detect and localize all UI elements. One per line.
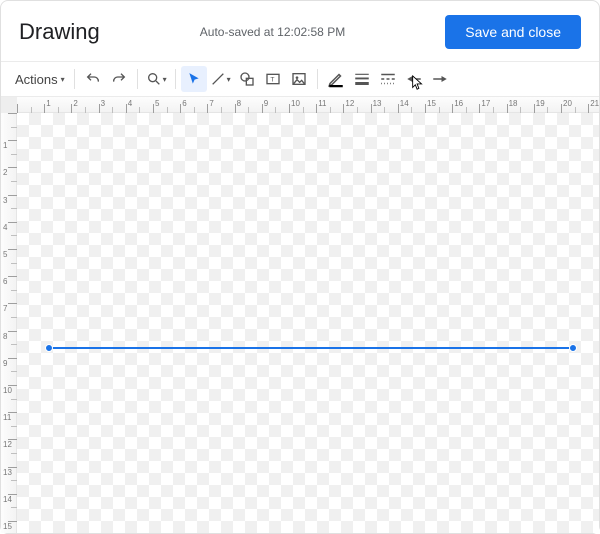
caret-down-icon: ▾ (227, 75, 231, 84)
line-end-handle[interactable] (569, 344, 577, 352)
undo-icon (85, 71, 101, 87)
toolbar-separator (317, 69, 318, 89)
textbox-tool-button[interactable]: T (260, 66, 286, 92)
image-icon (291, 71, 307, 87)
canvas-viewport (17, 113, 599, 533)
toolbar: Actions ▾ ▾ ▾ T (1, 61, 599, 97)
shape-icon (239, 71, 255, 87)
save-and-close-button[interactable]: Save and close (445, 15, 581, 49)
drawing-canvas[interactable] (17, 113, 599, 533)
selected-line-shape[interactable] (17, 113, 599, 533)
select-tool-button[interactable] (181, 66, 207, 92)
line-tool-button[interactable]: ▾ (207, 66, 234, 92)
undo-button[interactable] (80, 66, 106, 92)
arrow-start-icon (405, 70, 423, 88)
redo-button[interactable] (106, 66, 132, 92)
drawing-dialog: Drawing Auto-saved at 12:02:58 PM Save a… (0, 0, 600, 534)
line-weight-icon (353, 70, 371, 88)
vertical-ruler: 123456789101112131415 (1, 113, 17, 533)
redo-icon (111, 71, 127, 87)
cursor-icon (187, 72, 201, 86)
editor-body: 123456789101112131415 (1, 113, 599, 533)
arrow-end-icon (431, 70, 449, 88)
line-end-button[interactable] (427, 66, 453, 92)
zoom-icon (146, 71, 162, 87)
autosave-status: Auto-saved at 12:02:58 PM (200, 25, 345, 39)
toolbar-separator (137, 69, 138, 89)
line-icon (210, 71, 226, 87)
line-start-button[interactable] (401, 66, 427, 92)
line-dash-button[interactable] (375, 66, 401, 92)
textbox-icon: T (265, 71, 281, 87)
line-dash-icon (379, 70, 397, 88)
zoom-button[interactable]: ▾ (143, 66, 170, 92)
caret-down-icon: ▾ (61, 75, 65, 84)
horizontal-ruler: 123456789101112131415161718192021 (1, 97, 599, 113)
dialog-header: Drawing Auto-saved at 12:02:58 PM Save a… (1, 1, 599, 61)
ruler-corner (1, 97, 17, 113)
line-color-button[interactable] (323, 66, 349, 92)
image-tool-button[interactable] (286, 66, 312, 92)
line-weight-button[interactable] (349, 66, 375, 92)
actions-menu-button[interactable]: Actions ▾ (11, 66, 69, 92)
svg-text:T: T (270, 77, 274, 84)
caret-down-icon: ▾ (163, 75, 167, 84)
line-start-handle[interactable] (45, 344, 53, 352)
pen-icon (327, 70, 345, 88)
actions-label: Actions (15, 72, 58, 87)
shape-tool-button[interactable] (234, 66, 260, 92)
toolbar-separator (74, 69, 75, 89)
toolbar-separator (175, 69, 176, 89)
dialog-title: Drawing (19, 19, 100, 45)
